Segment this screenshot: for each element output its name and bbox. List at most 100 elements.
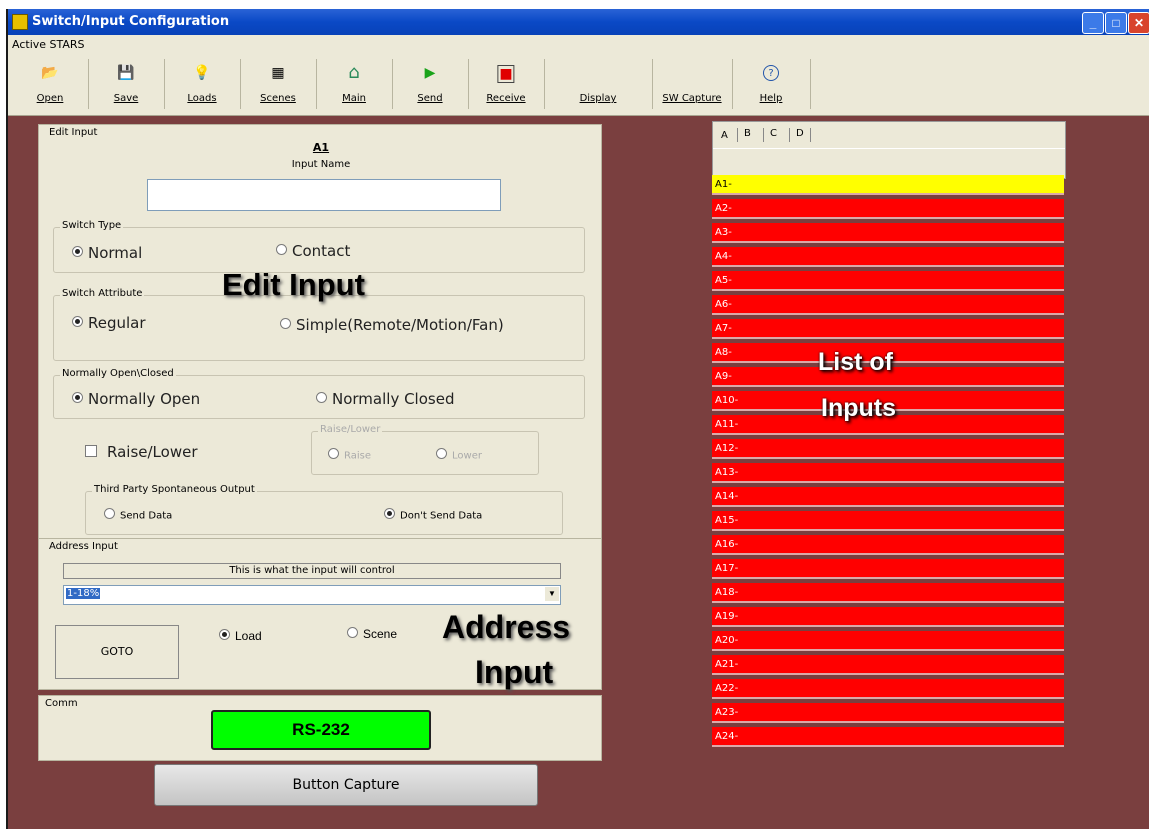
- chevron-down-icon[interactable]: ▼: [545, 587, 559, 601]
- toolbar: 📂 Open 💾 Save 💡 Loads ▦ Scenes ⌂ Main ▶ …: [8, 53, 1149, 116]
- switch-attribute-title: Switch Attribute: [60, 288, 145, 299]
- display-button[interactable]: Display: [544, 59, 653, 109]
- list-item[interactable]: A19-: [712, 607, 1064, 627]
- main-label: Main: [342, 93, 366, 104]
- receive-label: Receive: [486, 93, 526, 104]
- list-item[interactable]: A12-: [712, 439, 1064, 459]
- raise-lower-checkbox-label: Raise/Lower: [107, 443, 198, 461]
- third-party-title: Third Party Spontaneous Output: [92, 484, 257, 495]
- floppy-icon: 💾: [117, 65, 135, 81]
- list-item[interactable]: A1-: [712, 175, 1064, 195]
- sw-capture-label: SW Capture: [662, 93, 722, 104]
- list-item[interactable]: A24-: [712, 727, 1064, 747]
- address-select[interactable]: 1-18% ▼: [63, 585, 561, 605]
- scenes-label: Scenes: [260, 93, 296, 104]
- app-icon: [12, 14, 28, 30]
- send-button[interactable]: ▶ Send: [392, 59, 469, 109]
- edit-input-annotation: Edit Input: [222, 267, 365, 302]
- list-item[interactable]: A13-: [712, 463, 1064, 483]
- input-name-label: Input Name: [291, 159, 351, 170]
- help-button[interactable]: ? Help: [732, 59, 811, 109]
- menu-active-stars[interactable]: Active STARS: [12, 38, 85, 51]
- radio-dont-send-data[interactable]: Don't Send Data: [384, 508, 482, 522]
- input-name-field[interactable]: [147, 179, 501, 211]
- radio-lower[interactable]: Lower: [436, 448, 482, 462]
- main-window: Switch/Input Configuration _ □ ✕ Active …: [6, 9, 1149, 829]
- list-item[interactable]: A5-: [712, 271, 1064, 291]
- comm-status: RS-232: [211, 710, 431, 750]
- address-info: This is what the input will control: [63, 563, 561, 579]
- edit-input-panel: Edit Input A1 Input Name Switch Type Nor…: [38, 124, 602, 542]
- radio-scene-indicator: [347, 627, 358, 639]
- folder-open-icon: 📂: [41, 65, 59, 81]
- scenes-button[interactable]: ▦ Scenes: [240, 59, 317, 109]
- comm-panel: Comm RS-232: [38, 695, 602, 761]
- radio-regular-indicator: [72, 316, 83, 327]
- display-label: Display: [579, 93, 617, 104]
- list-item[interactable]: A23-: [712, 703, 1064, 723]
- help-icon: ?: [763, 65, 779, 81]
- radio-raise[interactable]: Raise: [328, 448, 371, 462]
- record-icon: ■: [497, 65, 515, 83]
- tab-c[interactable]: C: [763, 128, 777, 142]
- radio-normal-label: Normal: [88, 244, 143, 262]
- list-item[interactable]: A6-: [712, 295, 1064, 315]
- radio-load-label: Load: [235, 629, 262, 643]
- radio-normal[interactable]: Normal: [72, 244, 142, 262]
- open-button[interactable]: 📂 Open: [12, 59, 89, 109]
- comm-title: Comm: [43, 698, 80, 709]
- radio-load-indicator: [219, 629, 230, 641]
- edit-input-title: Edit Input: [47, 127, 100, 138]
- play-icon: ▶: [424, 65, 436, 81]
- list-annotation-line1: List of: [818, 348, 893, 376]
- radio-normal-indicator: [72, 246, 83, 257]
- radio-normally-closed[interactable]: Normally Closed: [316, 390, 454, 408]
- list-item[interactable]: A21-: [712, 655, 1064, 675]
- minimize-button[interactable]: _: [1082, 12, 1104, 34]
- radio-normally-open-indicator: [72, 392, 83, 403]
- tab-d[interactable]: D: [789, 128, 811, 142]
- maximize-button[interactable]: □: [1105, 12, 1127, 34]
- third-party-group: Third Party Spontaneous Output Send Data…: [85, 484, 563, 535]
- radio-load[interactable]: Load: [219, 629, 262, 643]
- list-item[interactable]: A17-: [712, 559, 1064, 579]
- input-id: A1: [312, 141, 330, 154]
- save-label: Save: [113, 93, 139, 104]
- radio-contact-indicator: [276, 244, 287, 255]
- radio-regular-label: Regular: [88, 314, 146, 332]
- main-button[interactable]: ⌂ Main: [316, 59, 393, 109]
- list-item[interactable]: A22-: [712, 679, 1064, 699]
- raise-lower-checkbox[interactable]: Raise/Lower: [85, 443, 197, 461]
- raise-lower-group: Raise/Lower Raise Lower: [311, 424, 539, 475]
- list-item[interactable]: A7-: [712, 319, 1064, 339]
- tab-a[interactable]: A: [721, 130, 728, 141]
- radio-normally-open[interactable]: Normally Open: [72, 390, 200, 408]
- list-item[interactable]: A18-: [712, 583, 1064, 603]
- list-item[interactable]: A15-: [712, 511, 1064, 531]
- list-annotation-line2: Inputs: [821, 394, 896, 422]
- radio-scene[interactable]: Scene: [347, 627, 397, 641]
- list-item[interactable]: A3-: [712, 223, 1064, 243]
- radio-regular[interactable]: Regular: [72, 314, 146, 332]
- list-item[interactable]: A4-: [712, 247, 1064, 267]
- radio-send-data[interactable]: Send Data: [104, 508, 172, 522]
- input-list-header: A B C D: [712, 121, 1066, 179]
- radio-raise-label: Raise: [344, 450, 371, 462]
- save-button[interactable]: 💾 Save: [88, 59, 165, 109]
- sw-capture-button[interactable]: SW Capture: [652, 59, 733, 109]
- radio-contact[interactable]: Contact: [276, 242, 350, 260]
- normally-title: Normally Open\Closed: [60, 368, 176, 379]
- button-capture-button[interactable]: Button Capture: [154, 764, 538, 806]
- goto-button[interactable]: GOTO: [55, 625, 179, 679]
- radio-contact-label: Contact: [292, 242, 351, 260]
- list-item[interactable]: A2-: [712, 199, 1064, 219]
- receive-button[interactable]: ■ Receive: [468, 59, 545, 109]
- close-button[interactable]: ✕: [1128, 12, 1149, 34]
- radio-lower-indicator: [436, 448, 447, 459]
- list-item[interactable]: A14-: [712, 487, 1064, 507]
- list-item[interactable]: A16-: [712, 535, 1064, 555]
- tab-b[interactable]: B: [737, 128, 751, 142]
- radio-simple[interactable]: Simple(Remote/Motion/Fan): [280, 316, 504, 334]
- list-item[interactable]: A20-: [712, 631, 1064, 651]
- loads-button[interactable]: 💡 Loads: [164, 59, 241, 109]
